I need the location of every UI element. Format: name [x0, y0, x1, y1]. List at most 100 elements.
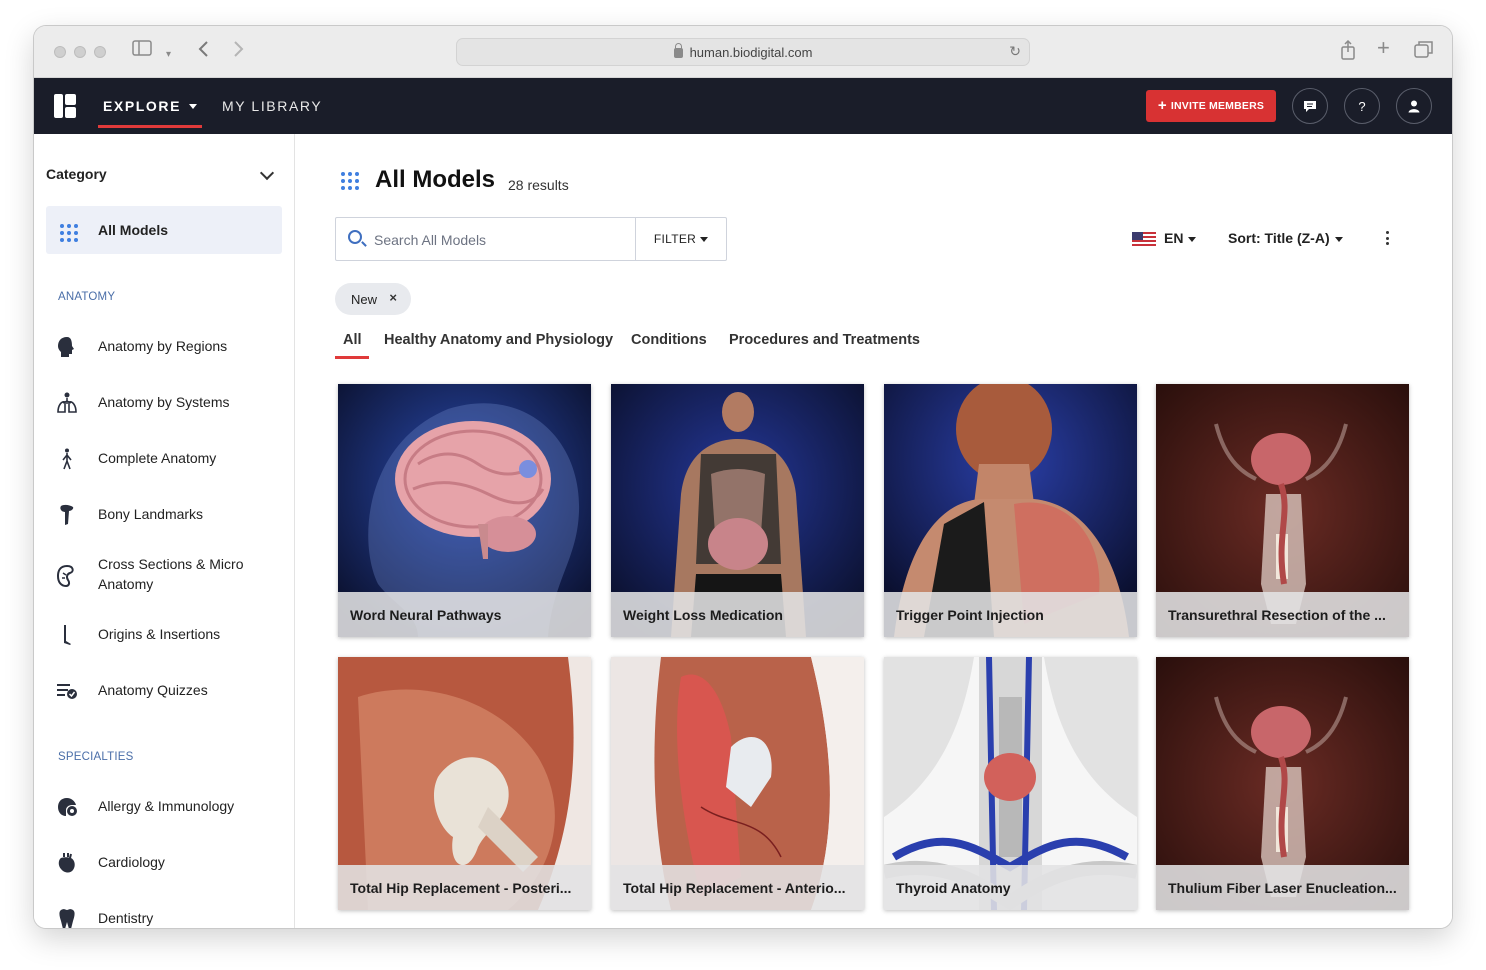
language-selector[interactable]: EN	[1164, 230, 1197, 246]
more-options-icon[interactable]	[1386, 231, 1390, 248]
nav-my-library[interactable]: MY LIBRARY	[222, 78, 322, 134]
reload-icon[interactable]: ↻	[1009, 43, 1021, 60]
sidebar-item-all-models[interactable]: All Models	[46, 206, 282, 254]
tab-procedures[interactable]: Procedures and Treatments	[729, 332, 920, 348]
sidebar-item-cross-sections[interactable]: Cross Sections & Micro Anatomy	[46, 548, 282, 604]
quiz-icon	[56, 680, 78, 702]
sidebar-item-label: Origins & Insertions	[98, 626, 221, 642]
head-icon	[56, 336, 78, 358]
caret-down-icon	[700, 236, 709, 242]
model-card-title: Total Hip Replacement - Posteri...	[338, 865, 591, 910]
caret-down-icon	[189, 103, 198, 109]
model-card[interactable]: Transurethral Resection of the ...	[1156, 384, 1409, 637]
sidebar-item-label: Cardiology	[98, 854, 165, 870]
sidebar-item-label: Allergy & Immunology	[98, 798, 235, 814]
main-content: All Models 28 results Search All Models …	[296, 134, 1452, 928]
allergy-icon	[56, 796, 78, 818]
model-card[interactable]: Weight Loss Medication	[611, 384, 864, 637]
us-flag-icon[interactable]	[1132, 232, 1156, 246]
tab-overview-icon[interactable]	[1414, 40, 1434, 64]
model-card[interactable]: Thulium Fiber Laser Enucleation...	[1156, 657, 1409, 910]
model-card-title: Word Neural Pathways	[338, 592, 591, 637]
search-icon	[348, 230, 362, 244]
nav-explore[interactable]: EXPLORE	[98, 78, 202, 134]
sidebar-item-anatomy-quizzes[interactable]: Anatomy Quizzes	[46, 666, 282, 714]
sidebar-item-allergy-immunology[interactable]: Allergy & Immunology	[46, 782, 282, 830]
close-icon[interactable]: ×	[389, 290, 397, 305]
model-card[interactable]: Thyroid Anatomy	[884, 657, 1137, 910]
filter-chip-new[interactable]: New ×	[335, 283, 411, 315]
filter-button[interactable]: FILTER	[636, 218, 726, 260]
model-card-title: Transurethral Resection of the ...	[1156, 592, 1409, 637]
sidebar-item-label: Dentistry	[98, 910, 154, 926]
category-heading[interactable]: Category	[46, 166, 107, 182]
sidebar-item-origins-insertions[interactable]: Origins & Insertions	[46, 610, 282, 658]
url-text: human.biodigital.com	[689, 44, 813, 60]
sort-label: Sort: Title (Z-A)	[1228, 230, 1330, 246]
sidebar-item-dentistry[interactable]: Dentistry	[46, 894, 282, 928]
lungs-icon	[56, 392, 78, 414]
close-window-button[interactable]	[54, 46, 66, 58]
model-card[interactable]: Total Hip Replacement - Posteri...	[338, 657, 591, 910]
tab-all[interactable]: All	[343, 332, 362, 348]
human-figure-icon	[56, 448, 78, 470]
nav-explore-label: EXPLORE	[102, 98, 182, 114]
biodigital-logo[interactable]	[54, 94, 76, 118]
sidebar-item-anatomy-by-regions[interactable]: Anatomy by Regions	[46, 322, 282, 370]
bone-icon	[56, 504, 78, 526]
grid-icon	[60, 224, 78, 242]
caret-down-icon	[1334, 236, 1343, 242]
chat-bubble-icon	[1304, 100, 1316, 112]
sidebar-item-label: Anatomy by Systems	[98, 394, 230, 410]
kidney-icon	[56, 564, 78, 588]
app-header: EXPLORE MY LIBRARY + INVITE MEMBERS ?	[34, 78, 1452, 134]
sidebar-item-complete-anatomy[interactable]: Complete Anatomy	[46, 434, 282, 482]
help-label: ?	[1358, 98, 1366, 114]
model-card[interactable]: Total Hip Replacement - Anterio...	[611, 657, 864, 910]
leg-bone-icon	[56, 624, 78, 646]
user-icon	[1408, 100, 1420, 112]
chevron-down-icon[interactable]: ▾	[166, 44, 171, 66]
sidebar-item-label: Anatomy Quizzes	[98, 682, 208, 698]
anatomy-section-label: ANATOMY	[58, 291, 116, 303]
zoom-window-button[interactable]	[94, 46, 106, 58]
model-card-title: Thyroid Anatomy	[884, 865, 1137, 910]
specialties-section-label: SPECIALTIES	[58, 751, 134, 763]
sidebar-item-anatomy-by-systems[interactable]: Anatomy by Systems	[46, 378, 282, 426]
tab-healthy-anatomy[interactable]: Healthy Anatomy and Physiology	[384, 332, 613, 348]
help-button[interactable]: ?	[1344, 88, 1380, 124]
plus-icon: +	[1157, 97, 1167, 114]
category-sidebar: Category All Models ANATOMY Anatomy by R…	[34, 134, 295, 928]
minimize-window-button[interactable]	[74, 46, 86, 58]
account-button[interactable]	[1396, 88, 1432, 124]
model-card-title: Total Hip Replacement - Anterio...	[611, 865, 864, 910]
sidebar-item-bony-landmarks[interactable]: Bony Landmarks	[46, 490, 282, 538]
tab-conditions[interactable]: Conditions	[631, 332, 707, 348]
lock-icon	[673, 43, 683, 58]
sidebar-item-label: All Models	[98, 222, 169, 238]
model-card-title: Thulium Fiber Laser Enucleation...	[1156, 865, 1409, 910]
model-card[interactable]: Word Neural Pathways	[338, 384, 591, 637]
sidebar-toggle-icon[interactable]	[132, 40, 152, 62]
language-label: EN	[1164, 230, 1184, 246]
forward-arrow-icon[interactable]	[232, 40, 244, 64]
invite-members-button[interactable]: + INVITE MEMBERS	[1146, 90, 1276, 122]
heart-icon	[56, 852, 78, 874]
results-count: 28 results	[508, 177, 569, 193]
new-tab-icon[interactable]: +	[1377, 37, 1390, 59]
chat-button[interactable]	[1292, 88, 1328, 124]
caret-down-icon	[1188, 236, 1197, 242]
grid-icon	[341, 172, 359, 190]
back-arrow-icon[interactable]	[198, 40, 210, 64]
search-input[interactable]: Search All Models	[374, 232, 486, 248]
chevron-down-icon[interactable]	[259, 165, 275, 181]
model-card-title: Trigger Point Injection	[884, 592, 1137, 637]
sidebar-item-cardiology[interactable]: Cardiology	[46, 838, 282, 886]
page-title: All Models	[375, 166, 496, 193]
active-nav-indicator	[98, 125, 202, 128]
chip-label: New	[351, 291, 378, 307]
sort-dropdown[interactable]: Sort: Title (Z-A)	[1228, 230, 1343, 246]
model-card[interactable]: Trigger Point Injection	[884, 384, 1137, 637]
address-bar[interactable]: human.biodigital.com ↻	[456, 38, 1030, 66]
share-icon[interactable]	[1340, 39, 1356, 66]
